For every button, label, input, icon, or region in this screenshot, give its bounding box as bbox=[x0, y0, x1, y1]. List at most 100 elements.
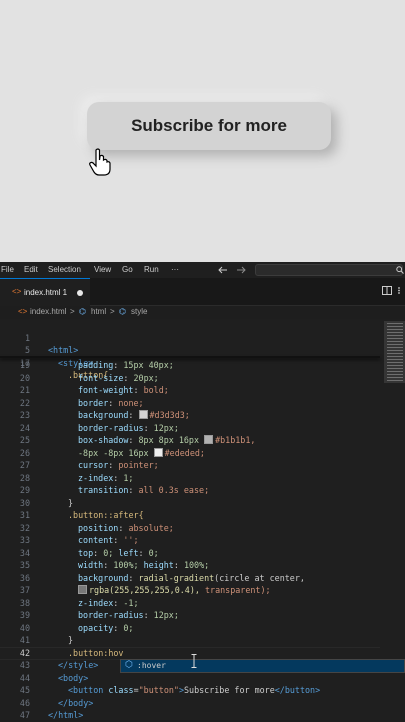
menu-view[interactable]: View bbox=[94, 265, 111, 274]
code-line[interactable]: 38 z-index: -1; bbox=[0, 597, 380, 610]
punctuation: : bbox=[143, 422, 154, 433]
code-text: </body> bbox=[58, 697, 94, 708]
css-property: z-index bbox=[78, 597, 114, 608]
line-number: 19 bbox=[19, 360, 30, 370]
code-line[interactable]: 27 cursor: pointer; bbox=[0, 459, 380, 472]
css-value: pointer; bbox=[118, 460, 159, 470]
css-value: #ededed; bbox=[164, 447, 205, 458]
code-line[interactable]: 34 top: 0; left: 0; bbox=[0, 547, 380, 560]
css-property: border-radius bbox=[78, 422, 144, 433]
code-line[interactable]: 26 -8px -8px 16px #ededed; bbox=[0, 447, 380, 460]
css-value: transparent); bbox=[199, 585, 271, 595]
punctuation: : bbox=[128, 435, 139, 445]
line-number: 21 bbox=[19, 385, 30, 395]
code-line[interactable]: 20 font-size: 20px; bbox=[0, 372, 380, 385]
code-line[interactable]: 29 transition: all 0.3s ease; bbox=[0, 484, 380, 497]
css-property: left bbox=[118, 547, 139, 558]
html-file-icon: <> bbox=[18, 307, 28, 316]
code-line[interactable]: 37 rgba(255,255,255,0.4), transparent); bbox=[0, 584, 380, 597]
breadcrumb: <> index.html > ⌬ html > ⌬ style bbox=[0, 306, 405, 319]
css-value: #b1b1b1, bbox=[215, 435, 256, 445]
sticky-line[interactable]: 5 <style> bbox=[0, 332, 380, 368]
line-number: 33 bbox=[19, 535, 30, 545]
punctuation: : bbox=[133, 385, 144, 395]
line-number: 36 bbox=[19, 572, 30, 583]
code-content: font-weight: bold; bbox=[78, 384, 169, 397]
suggestion-label: :hover bbox=[137, 661, 166, 670]
css-value: -1; bbox=[123, 597, 139, 608]
breadcrumb-html[interactable]: html bbox=[91, 307, 106, 316]
sticky-scroll-divider bbox=[0, 356, 380, 358]
menu-file[interactable]: File bbox=[1, 265, 14, 274]
menu-run[interactable]: Run bbox=[144, 265, 159, 274]
split-editor-icon[interactable] bbox=[382, 286, 393, 295]
sticky-line[interactable]: 17 .button{ bbox=[0, 344, 380, 381]
css-value: 15px 40px; bbox=[123, 360, 174, 370]
code-line[interactable]: 40 opacity: 0; bbox=[0, 622, 380, 635]
code-line[interactable]: 19 padding: 15px 40px; bbox=[0, 359, 380, 372]
code-content: width: 100%; height: 100%; bbox=[78, 559, 209, 572]
code-content: .button::after{ bbox=[68, 509, 144, 522]
code-line[interactable]: 28 z-index: 1; bbox=[0, 472, 380, 485]
code-line[interactable]: 41} bbox=[0, 634, 380, 647]
subscribe-button[interactable]: Subscribe for more bbox=[87, 102, 331, 150]
line-number: 29 bbox=[19, 485, 30, 495]
code-line[interactable]: 46 </body> bbox=[0, 697, 380, 710]
line-number: 23 bbox=[19, 410, 30, 420]
code-content: box-shadow: 8px 8px 16px #b1b1b1, bbox=[78, 434, 255, 447]
browser-preview: Subscribe for more bbox=[0, 0, 405, 262]
code-line[interactable]: 33 content: ''; bbox=[0, 534, 380, 547]
css-property: font-size bbox=[78, 372, 124, 383]
menu-bar: File Edit Selection View Go Run ··· bbox=[0, 262, 405, 278]
line-number: 22 bbox=[19, 397, 30, 408]
code-line[interactable]: 35 width: 100%; height: 100%; bbox=[0, 559, 380, 572]
line-number: 45 bbox=[19, 685, 30, 695]
code-line[interactable]: 45 <button class="button">Subscribe for m… bbox=[0, 684, 380, 697]
breadcrumb-file[interactable]: index.html bbox=[30, 307, 66, 316]
arrow-right-icon[interactable] bbox=[236, 266, 246, 274]
breadcrumb-style[interactable]: style bbox=[131, 307, 147, 316]
css-value: 12px; bbox=[153, 610, 179, 620]
punctuation: : bbox=[128, 572, 139, 583]
line-number: 34 bbox=[19, 547, 30, 558]
menu-selection[interactable]: Selection bbox=[48, 265, 81, 274]
arrow-left-icon[interactable] bbox=[218, 266, 228, 274]
code-line[interactable]: 44 <body> bbox=[0, 672, 380, 685]
code-content: top: 0; left: 0; bbox=[78, 547, 159, 560]
code-text: </style> bbox=[58, 660, 99, 670]
code-line[interactable]: 21 font-weight: bold; bbox=[0, 384, 380, 397]
menu-edit[interactable]: Edit bbox=[24, 265, 38, 274]
css-property: width bbox=[78, 560, 104, 570]
code-line[interactable]: 31 .button::after{ bbox=[0, 509, 380, 522]
punctuation: : bbox=[143, 610, 154, 620]
css-property: background bbox=[78, 410, 129, 420]
command-center-search[interactable] bbox=[255, 264, 403, 276]
css-value: all 0.3s ease; bbox=[138, 485, 210, 495]
suggestion-item[interactable]: ⬡ :hover bbox=[121, 660, 404, 672]
line-number: 25 bbox=[19, 435, 30, 445]
code-line[interactable]: 24 border-radius: 12px; bbox=[0, 422, 380, 435]
code-line[interactable]: 22 border: none; bbox=[0, 397, 380, 410]
code-text: .button:hov bbox=[68, 647, 124, 658]
tab-actions bbox=[382, 286, 403, 298]
sticky-line[interactable]: 1 <html> bbox=[0, 319, 380, 356]
code-line[interactable]: 36 background: radial-gradient(circle at … bbox=[0, 572, 380, 585]
menu-go[interactable]: Go bbox=[122, 265, 133, 274]
element-icon: ⌬ bbox=[79, 307, 86, 316]
line-number: 37 bbox=[19, 585, 30, 595]
css-property: cursor bbox=[78, 460, 109, 470]
tab-index-html[interactable]: <> index.html 1 bbox=[0, 278, 90, 306]
code-line[interactable]: 30} bbox=[0, 497, 380, 510]
unsaved-dot-icon[interactable] bbox=[77, 290, 83, 296]
code-text: .button::after{ bbox=[68, 510, 144, 520]
css-value: 0; bbox=[103, 547, 114, 558]
code-line[interactable]: 23 background: #d3d3d3; bbox=[0, 409, 380, 422]
code-line[interactable]: 42 .button:hov bbox=[0, 647, 380, 660]
code-line[interactable]: 25 box-shadow: 8px 8px 16px #b1b1b1, bbox=[0, 434, 380, 447]
code-line[interactable]: 32 position: absolute; bbox=[0, 522, 380, 535]
text-cursor-icon bbox=[191, 654, 197, 668]
menu-more[interactable]: ··· bbox=[171, 265, 179, 274]
code-editor[interactable]: 1 <html> 5 <style> 17 .button{ 19 padding… bbox=[0, 319, 405, 720]
more-actions-icon[interactable] bbox=[395, 286, 403, 295]
code-line[interactable]: 39 border-radius: 12px; bbox=[0, 609, 380, 622]
